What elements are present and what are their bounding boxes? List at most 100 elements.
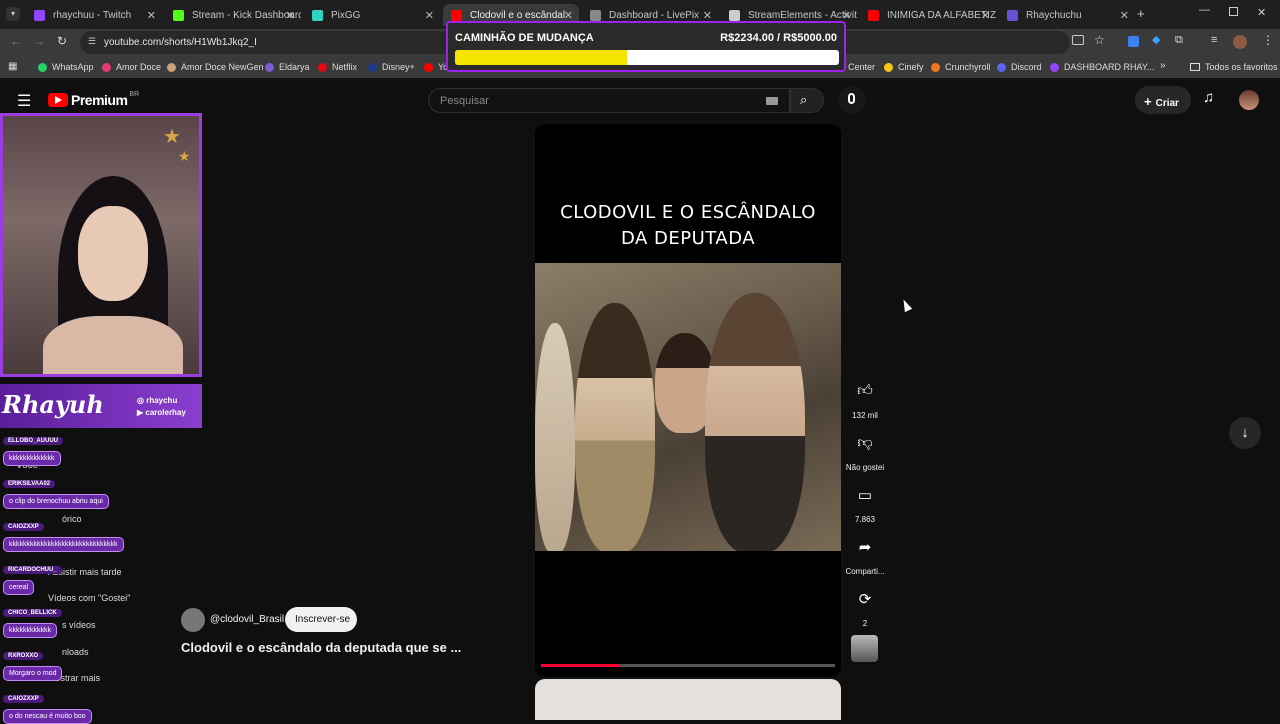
stream-brand-banner: Rhayuh ◎ rhaychu ▶ carolerhay: [0, 384, 202, 428]
back-icon[interactable]: ←: [10, 34, 22, 48]
instagram-icon: ◎: [137, 396, 147, 405]
discord-icon: [997, 62, 1006, 72]
close-icon[interactable]: ✕: [286, 9, 295, 22]
tab-kick[interactable]: Stream - Kick Dashboard ✕: [165, 4, 301, 26]
mic-icon: [848, 93, 855, 104]
maximize-icon[interactable]: [1229, 7, 1238, 16]
close-icon[interactable]: ✕: [1120, 9, 1129, 22]
goal-title: CAMINHÃO DE MUDANÇA: [455, 32, 594, 44]
instagram-handle: ◎ rhaychu: [137, 396, 178, 405]
star-icon[interactable]: ☆: [1094, 33, 1105, 47]
profile-avatar[interactable]: [1233, 35, 1247, 49]
netflix-icon: [318, 62, 327, 72]
chat-message: ELLOBO_AUUUU kkkkkkkkkkkkk: [3, 429, 64, 466]
sidebar-item-your-videos[interactable]: s vídeos: [62, 620, 96, 630]
dislike-button[interactable]: 👎︎ Não gostei: [842, 426, 888, 472]
bookmark-crunchyroll[interactable]: Crunchyroll: [931, 62, 991, 72]
apps-icon[interactable]: ▦: [8, 61, 17, 72]
video-progress-bar[interactable]: [541, 664, 835, 667]
subscribe-button[interactable]: Inscrever-se: [285, 607, 357, 632]
twitch-icon: [34, 9, 45, 21]
channel-avatar[interactable]: [181, 608, 205, 632]
sidebar-item-downloads[interactable]: nloads: [62, 647, 89, 657]
sound-thumbnail[interactable]: [851, 635, 878, 662]
amor-doce-icon: [102, 62, 111, 72]
install-icon[interactable]: [1072, 35, 1084, 45]
bookmark-amor-doce-newgen[interactable]: Amor Doce NewGen: [167, 62, 264, 72]
hamburger-menu-icon[interactable]: ☰: [17, 91, 31, 111]
tab-youtube-2[interactable]: INIMIGA DA ALFABETIZAÇ✕: [860, 4, 996, 26]
bookmark-eldarya[interactable]: Eldarya: [265, 62, 310, 72]
media-icon[interactable]: ≡: [1211, 34, 1217, 46]
close-icon[interactable]: ✕: [147, 9, 156, 22]
minimize-icon[interactable]: —: [1199, 4, 1210, 16]
chat-message: CHICO_BELLICK kkkkkkkkkkkk: [3, 601, 62, 638]
share-button[interactable]: ➦ Comparti...: [842, 530, 888, 576]
star-decoration-icon: ★: [163, 126, 181, 148]
kebab-menu-icon[interactable]: ⋮: [1262, 33, 1274, 47]
tab-list-icon[interactable]: ▾: [6, 7, 20, 21]
next-short-preview[interactable]: [535, 679, 841, 720]
close-window-icon[interactable]: ✕: [1257, 6, 1266, 19]
close-icon[interactable]: ✕: [425, 9, 434, 22]
chevron-right-icon[interactable]: »: [1160, 60, 1166, 71]
bookmark-center[interactable]: Center: [848, 62, 875, 72]
channel-name[interactable]: @clodovil_Brasil: [210, 614, 284, 625]
bookmark-disney[interactable]: Disney+: [368, 62, 415, 72]
account-avatar[interactable]: [1239, 90, 1259, 110]
create-button[interactable]: + Criar: [1135, 86, 1191, 114]
comments-button[interactable]: ▭ 7.863: [842, 478, 888, 524]
bookmark-youtube[interactable]: Yo: [424, 62, 448, 72]
goal-value: R$2234.00 / R$5000.00: [720, 32, 837, 44]
bookmark-discord[interactable]: Discord: [997, 62, 1042, 72]
new-tab-icon[interactable]: +: [1137, 6, 1145, 21]
shorts-player[interactable]: CLODOVIL E O ESCÂNDALO DA DEPUTADA: [535, 124, 841, 677]
tab-pixgg[interactable]: PixGG ✕: [304, 4, 440, 26]
bookmark-all-favorites[interactable]: Todos os favoritos: [1190, 62, 1278, 72]
search-icon: ⌕: [800, 92, 808, 107]
premium-label: Premium: [71, 92, 128, 108]
donation-goal-overlay: CAMINHÃO DE MUDANÇA R$2234.00 / R$5000.0…: [446, 21, 846, 72]
star-decoration-icon: ★: [178, 148, 191, 164]
forward-icon[interactable]: →: [33, 34, 45, 48]
plus-icon: +: [1144, 94, 1152, 109]
bookmark-dashboard-rhay[interactable]: DASHBOARD RHAY...: [1050, 62, 1154, 72]
brand-logo: Rhayuh: [2, 390, 104, 419]
tab-twitch[interactable]: rhaychuu - Twitch ✕: [26, 4, 162, 26]
arrow-down-icon: ↓: [1241, 424, 1249, 441]
diamond-ext-icon[interactable]: ◆: [1152, 33, 1160, 46]
video-title[interactable]: Clodovil e o escândalo da deputada que s…: [181, 640, 461, 655]
bookmark-netflix[interactable]: Netflix: [318, 62, 357, 72]
download-ext-icon[interactable]: [1128, 36, 1139, 47]
youtube-handle: ▶ carolerhay: [137, 408, 186, 417]
mouse-cursor: [899, 297, 913, 313]
bookmark-cinefy[interactable]: Cinefy: [884, 62, 924, 72]
close-icon[interactable]: ✕: [842, 9, 851, 22]
next-video-button[interactable]: ↓: [1229, 417, 1261, 449]
search-input[interactable]: Pesquisar: [428, 88, 790, 113]
bookmark-whatsapp[interactable]: WhatsApp: [38, 62, 94, 72]
tab-rhaychuchu[interactable]: Rhaychuchu ✕: [999, 4, 1135, 26]
youtube-logo[interactable]: Premium BR: [48, 91, 139, 108]
video-person: [705, 293, 805, 551]
folder-icon: [1190, 63, 1200, 71]
remix-icon: ⟳: [848, 582, 882, 616]
voice-search-button[interactable]: [838, 86, 866, 114]
disney-icon: [368, 62, 377, 72]
remix-button[interactable]: ⟳ 2: [842, 582, 888, 628]
notifications-bell-icon[interactable]: ♫: [1203, 89, 1214, 106]
eldarya-icon: [265, 62, 274, 72]
search-button[interactable]: ⌕: [790, 88, 824, 113]
site-info-icon[interactable]: ☰: [88, 36, 96, 47]
keyboard-icon[interactable]: [766, 97, 778, 105]
like-button[interactable]: 👍︎ 132 mil: [842, 374, 888, 420]
livepix-icon: [590, 9, 601, 21]
youtube-play-icon: [48, 93, 68, 107]
cinefy-icon: [884, 62, 893, 72]
bookmark-amor-doce[interactable]: Amor Doce: [102, 62, 161, 72]
reload-icon[interactable]: ↻: [57, 34, 67, 48]
youtube-icon: [451, 9, 462, 21]
close-icon[interactable]: ✕: [981, 9, 990, 22]
video-caption: CLODOVIL E O ESCÂNDALO DA DEPUTADA: [560, 202, 816, 249]
extensions-icon[interactable]: ⧉: [1175, 34, 1183, 47]
